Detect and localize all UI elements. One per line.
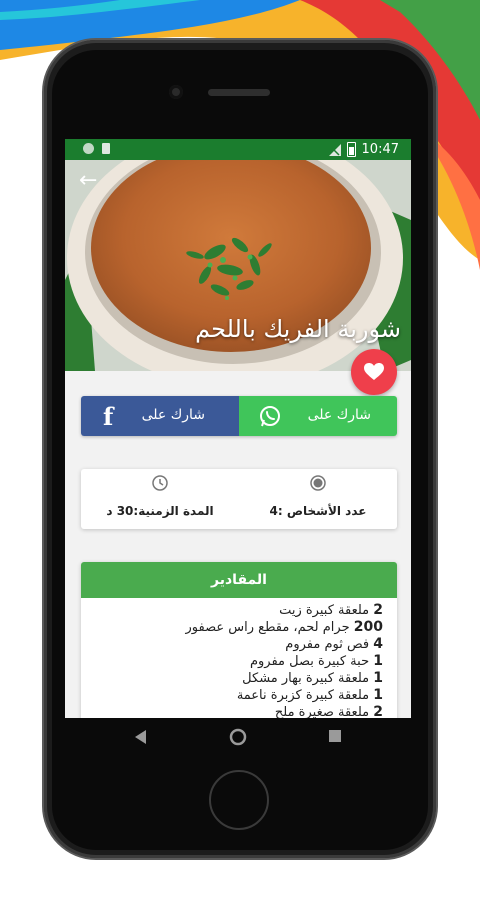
- signal-icon: [328, 143, 341, 156]
- recipe-info-card: عدد الأشخاص :4 المدة الزمنية:30 د: [81, 469, 397, 529]
- whatsapp-share-button[interactable]: شارك على: [239, 396, 397, 436]
- ingredients-header: المقادير: [81, 562, 397, 598]
- notification-icon: [83, 143, 94, 154]
- list-item: 2 ملعقة كبيرة زيت: [279, 602, 383, 618]
- nav-recents-icon[interactable]: [329, 730, 341, 742]
- battery-icon: [346, 142, 356, 157]
- ingredients-card: المقادير 2 ملعقة كبيرة زيت 200 جرام لحم،…: [81, 562, 397, 718]
- front-camera: [169, 85, 183, 99]
- favorite-button[interactable]: [351, 349, 397, 395]
- facebook-share-button[interactable]: f شارك على: [81, 396, 239, 436]
- status-time: 10:47: [361, 142, 399, 157]
- heart-icon: [364, 363, 384, 380]
- facebook-icon: f: [103, 402, 114, 431]
- duration-info: المدة الزمنية:30 د: [81, 469, 239, 529]
- sd-card-icon: [102, 143, 110, 154]
- persons-count: عدد الأشخاص :4: [269, 504, 367, 518]
- duration-value: المدة الزمنية:30 د: [106, 504, 214, 518]
- earpiece-speaker: [208, 89, 270, 96]
- clock-icon: [152, 475, 168, 491]
- recipe-hero-image: ← شوربة الفريك باللحم: [65, 160, 411, 371]
- status-bar: 10:47: [65, 139, 411, 160]
- list-item: 4 فص ثوم مفروم: [285, 636, 383, 652]
- whatsapp-icon: [260, 406, 280, 427]
- back-arrow-icon[interactable]: ←: [79, 168, 97, 193]
- recipe-title: شوربة الفريك باللحم: [195, 315, 401, 343]
- whatsapp-share-label: شارك على: [307, 407, 371, 423]
- list-item: 2 ملعقة صغيرة ملح: [274, 704, 383, 718]
- nav-home-icon[interactable]: [229, 728, 247, 746]
- persons-info: عدد الأشخاص :4: [239, 469, 397, 529]
- list-item: 1 ملعقة كبيرة كزبرة ناعمة: [236, 687, 383, 703]
- ingredients-list[interactable]: 2 ملعقة كبيرة زيت 200 جرام لحم، مقطع راس…: [81, 598, 397, 718]
- nav-back-icon[interactable]: [135, 730, 147, 744]
- list-item: 1 حبة كبيرة بصل مفروم: [249, 653, 383, 669]
- radio-dot-icon: [310, 475, 326, 491]
- share-buttons: f شارك على شارك على: [81, 396, 397, 436]
- physical-home-button[interactable]: [209, 770, 269, 830]
- facebook-share-label: شارك على: [141, 407, 205, 423]
- list-item: 1 ملعقة كبيرة بهار مشكل: [242, 670, 383, 686]
- list-item: 200 جرام لحم، مقطع راس عصفور: [185, 619, 383, 635]
- android-nav-bar: [65, 718, 411, 758]
- app-screen: 10:47 ← شوربة الفريك باللحم f شارك على ش…: [65, 139, 411, 718]
